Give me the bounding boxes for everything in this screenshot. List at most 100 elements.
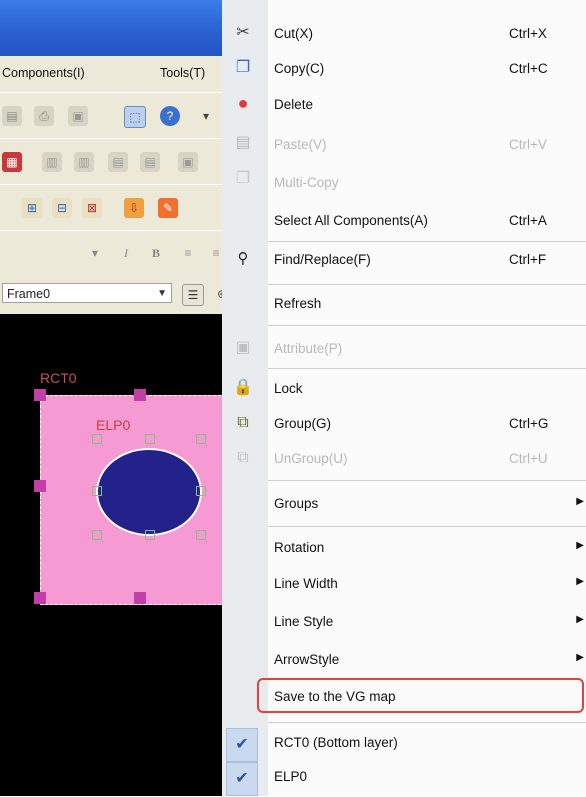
select-pointer-icon[interactable]: ⬚ bbox=[124, 106, 146, 128]
align-top-icon[interactable]: ▤ bbox=[108, 152, 128, 172]
copy-icon: ❐ bbox=[235, 59, 251, 76]
menu-item-copy[interactable]: Copy(C) Ctrl+C bbox=[268, 61, 586, 89]
menu-item-label: RCT0 (Bottom layer) bbox=[274, 735, 398, 750]
ellipse-handle[interactable] bbox=[196, 530, 206, 540]
ungroup-icon: ⧉ bbox=[237, 449, 249, 466]
resize-handle[interactable] bbox=[34, 592, 46, 604]
menu-item-delete[interactable]: Delete bbox=[268, 97, 586, 125]
menu-item-save-vg-map[interactable]: Save to the VG map bbox=[268, 689, 586, 717]
settings-icon[interactable]: ✎ bbox=[158, 198, 178, 218]
menu-item-label: ArrowStyle bbox=[274, 652, 340, 667]
menu-item-groups[interactable]: Groups ▶ bbox=[268, 496, 586, 524]
menu-item-refresh[interactable]: Refresh bbox=[268, 296, 586, 324]
bring-front-icon[interactable]: ⊞ bbox=[22, 198, 42, 218]
layer-icon[interactable]: ☰ bbox=[182, 284, 204, 306]
align-center-icon[interactable]: ▣ bbox=[178, 152, 198, 172]
align-text-left-icon[interactable]: ≡ bbox=[178, 243, 198, 263]
font-dropdown-icon[interactable]: ▾ bbox=[88, 243, 102, 263]
menu-separator bbox=[268, 526, 586, 527]
import-icon[interactable]: ⇩ bbox=[124, 198, 144, 218]
toolbar-font: ▾ I B ≡ ≡ bbox=[0, 230, 236, 276]
preview-icon[interactable]: ▣ bbox=[68, 106, 88, 126]
ellipse-handle[interactable] bbox=[92, 530, 102, 540]
frame-select-value: Frame0 bbox=[7, 287, 51, 301]
help-icon[interactable]: ? bbox=[160, 106, 180, 126]
menu-item-elp0[interactable]: ELP0 bbox=[268, 769, 586, 797]
resize-handle[interactable] bbox=[134, 592, 146, 604]
ellipse-shape[interactable] bbox=[96, 448, 202, 536]
menu-item-label: Delete bbox=[274, 97, 314, 112]
resize-handle[interactable] bbox=[34, 389, 46, 401]
bold-icon[interactable]: B bbox=[146, 243, 166, 263]
toolbar-layout: ▦ ▥ ▥ ▤ ▤ ▣ bbox=[0, 138, 236, 186]
submenu-arrow-icon: ▶ bbox=[576, 540, 584, 551]
ellipse-handle[interactable] bbox=[145, 434, 155, 444]
menu-item-label: Paste(V) bbox=[274, 137, 327, 152]
menu-item-label: Lock bbox=[274, 381, 303, 396]
menu-item-shortcut: Ctrl+G bbox=[509, 416, 549, 431]
send-back-icon[interactable]: ⊟ bbox=[52, 198, 72, 218]
ellipse-handle[interactable] bbox=[145, 530, 155, 540]
multi-copy-icon: ❐ bbox=[235, 170, 251, 187]
menu-item-label: Find/Replace(F) bbox=[274, 252, 371, 267]
menu-item-arrow-style[interactable]: ArrowStyle ▶ bbox=[268, 652, 586, 680]
resize-handle[interactable] bbox=[34, 480, 46, 492]
print-icon[interactable]: ⎙ bbox=[34, 106, 54, 126]
menu-item-shortcut: Ctrl+X bbox=[509, 26, 547, 41]
menu-item-label: Cut(X) bbox=[274, 26, 314, 41]
menu-item-label: Groups bbox=[274, 496, 319, 511]
ellipse-handle[interactable] bbox=[196, 434, 206, 444]
menu-item-lock[interactable]: Lock bbox=[268, 381, 586, 409]
resize-handle[interactable] bbox=[134, 389, 146, 401]
menu-item-label: Attribute(P) bbox=[274, 341, 343, 356]
submenu-arrow-icon: ▶ bbox=[576, 614, 584, 625]
menu-item-attribute: Attribute(P) bbox=[268, 341, 586, 369]
menu-tools[interactable]: Tools(T) bbox=[160, 66, 205, 80]
align-right-icon[interactable]: ▥ bbox=[74, 152, 94, 172]
group-icon: ⧉ bbox=[237, 414, 249, 431]
menu-separator bbox=[268, 722, 586, 723]
menu-bar: Components(I) Tools(T) bbox=[0, 56, 236, 92]
menu-item-shortcut: Ctrl+V bbox=[509, 137, 547, 152]
ellipse-handle[interactable] bbox=[196, 486, 206, 496]
align-left-icon[interactable]: ▥ bbox=[42, 152, 62, 172]
menu-item-cut[interactable]: Cut(X) Ctrl+X bbox=[268, 26, 586, 54]
menu-item-label: Multi-Copy bbox=[274, 175, 339, 190]
chevron-down-icon: ▼ bbox=[157, 288, 167, 299]
menu-item-rct0[interactable]: RCT0 (Bottom layer) bbox=[268, 735, 586, 763]
menu-item-group[interactable]: Group(G) Ctrl+G bbox=[268, 416, 586, 444]
menu-separator bbox=[268, 480, 586, 481]
ellipse-handle[interactable] bbox=[92, 486, 102, 496]
attribute-icon: ▣ bbox=[235, 339, 251, 356]
lock-icon: 🔒 bbox=[233, 379, 253, 396]
menu-item-rotation[interactable]: Rotation ▶ bbox=[268, 540, 586, 568]
menu-item-ungroup: UnGroup(U) Ctrl+U bbox=[268, 451, 586, 479]
align-bottom-icon[interactable]: ▤ bbox=[140, 152, 160, 172]
menu-item-paste: Paste(V) Ctrl+V bbox=[268, 137, 586, 165]
toolbar-standard: ▤ ⎙ ▣ ⬚ ? ▾ bbox=[0, 92, 236, 140]
italic-icon[interactable]: I bbox=[116, 243, 136, 263]
frame-select[interactable]: Frame0 ▼ bbox=[2, 283, 172, 303]
toolbar-dropdown-icon[interactable]: ▾ bbox=[200, 110, 212, 122]
menu-item-line-width[interactable]: Line Width ▶ bbox=[268, 576, 586, 604]
menu-components[interactable]: Components(I) bbox=[2, 66, 85, 80]
checkmark-icon: ✔ bbox=[226, 762, 258, 796]
save-icon[interactable]: ▤ bbox=[2, 106, 22, 126]
scissors-icon: ✂ bbox=[236, 24, 250, 41]
checkmark-icon: ✔ bbox=[226, 728, 258, 762]
menu-separator bbox=[268, 284, 586, 285]
delete-icon: ● bbox=[237, 93, 249, 113]
menu-item-select-all[interactable]: Select All Components(A) Ctrl+A bbox=[268, 213, 586, 241]
menu-item-label: Rotation bbox=[274, 540, 325, 555]
paste-icon: ▤ bbox=[235, 134, 251, 151]
binoculars-icon: ⚲ bbox=[237, 250, 249, 267]
ellipse-handle[interactable] bbox=[92, 434, 102, 444]
menu-item-line-style[interactable]: Line Style ▶ bbox=[268, 614, 586, 642]
close-object-icon[interactable]: ⊠ bbox=[82, 198, 102, 218]
menu-item-shortcut: Ctrl+U bbox=[509, 451, 548, 466]
menu-item-find-replace[interactable]: Find/Replace(F) Ctrl+F bbox=[268, 252, 586, 280]
menu-separator bbox=[268, 368, 586, 369]
menu-item-label: Copy(C) bbox=[274, 61, 325, 76]
grid-icon[interactable]: ▦ bbox=[2, 152, 22, 172]
menu-separator bbox=[268, 241, 586, 242]
